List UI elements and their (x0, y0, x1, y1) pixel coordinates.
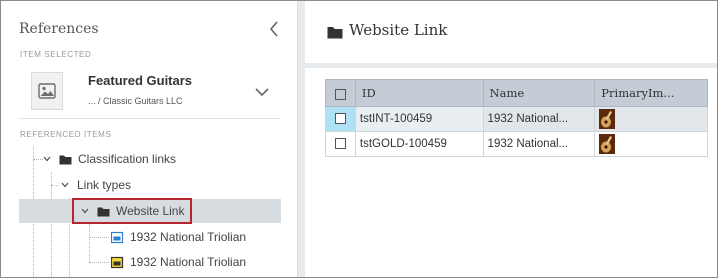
selected-item-path: ... / Classic Guitars LLC (88, 96, 183, 106)
tree-guide-line (89, 224, 90, 262)
row-select-cell[interactable] (325, 131, 356, 157)
tree-guide-line (89, 262, 109, 263)
tree-node-label: Link types (77, 178, 132, 192)
tree-guide-line (89, 237, 109, 238)
references-panel: References ITEM SELECTED Featured Guitar… (1, 1, 297, 277)
detail-panel: Website Link ID Name PrimaryIm... tstINT… (305, 1, 717, 277)
tree-node-product[interactable]: 1932 National Triolian (111, 250, 246, 274)
tree-node-label: 1932 National Triolian (130, 230, 247, 244)
selected-item-card: Featured Guitars ... / Classic Guitars L… (31, 68, 281, 116)
grid-header-row: ID Name PrimaryIm... (325, 79, 708, 107)
selected-item-name: Featured Guitars (88, 73, 193, 88)
section-divider (19, 118, 281, 119)
collapse-panel-button[interactable] (263, 17, 285, 41)
tree-node-link-types[interactable]: Link types (59, 173, 131, 197)
detail-title: Website Link (349, 21, 448, 39)
chevron-down-icon[interactable] (41, 156, 53, 162)
folder-icon (327, 26, 343, 44)
tree-node-classification-links[interactable]: Classification links (41, 147, 176, 171)
row-select-cell[interactable] (325, 106, 356, 132)
row-checkbox[interactable] (334, 138, 346, 150)
referenced-items-caption: REFERENCED ITEMS (20, 130, 112, 139)
product-blue-icon (111, 231, 124, 244)
guitar-thumbnail (599, 134, 616, 154)
tree-guide-line (51, 172, 52, 277)
name-cell[interactable]: 1932 National... (482, 131, 596, 157)
chevron-left-icon (269, 21, 278, 37)
tree-guide-line (51, 185, 59, 186)
app-frame: References ITEM SELECTED Featured Guitar… (0, 0, 718, 278)
header-separator (305, 63, 717, 68)
tree-node-label: Classification links (78, 152, 177, 166)
link-grid: ID Name PrimaryIm... tstINT-100459 1932 … (325, 79, 708, 157)
tree-node-label: 1932 National Triolian (130, 255, 247, 269)
row-checkbox[interactable] (334, 113, 346, 125)
guitar-thumbnail (599, 109, 616, 129)
table-row[interactable]: tstINT-100459 1932 National... (325, 106, 708, 132)
annotation-highlight-box (72, 198, 192, 224)
folder-icon (59, 154, 72, 165)
table-row[interactable]: tstGOLD-100459 1932 National... (325, 131, 708, 157)
chevron-down-icon (255, 87, 269, 96)
image-cell[interactable] (594, 131, 708, 157)
column-header-id[interactable]: ID (354, 79, 484, 107)
chevron-down-icon[interactable] (59, 182, 71, 188)
id-cell[interactable]: tstGOLD-100459 (354, 131, 484, 157)
select-all-header[interactable] (325, 79, 356, 107)
panel-splitter[interactable] (297, 1, 305, 277)
id-cell[interactable]: tstINT-100459 (354, 106, 484, 132)
detail-header: Website Link (305, 1, 717, 63)
name-cell[interactable]: 1932 National... (482, 106, 596, 132)
select-all-checkbox[interactable] (334, 88, 346, 100)
item-thumbnail (31, 72, 63, 110)
expand-item-button[interactable] (251, 82, 273, 102)
item-selected-caption: ITEM SELECTED (20, 50, 92, 59)
tree-node-product[interactable]: 1932 National Triolian (111, 225, 246, 249)
column-header-name[interactable]: Name (482, 79, 596, 107)
product-yellow-icon (111, 256, 124, 269)
image-cell[interactable] (594, 106, 708, 132)
column-header-primary-image[interactable]: PrimaryIm... (594, 79, 708, 107)
image-placeholder-icon (38, 83, 56, 99)
panel-title: References (19, 21, 99, 37)
